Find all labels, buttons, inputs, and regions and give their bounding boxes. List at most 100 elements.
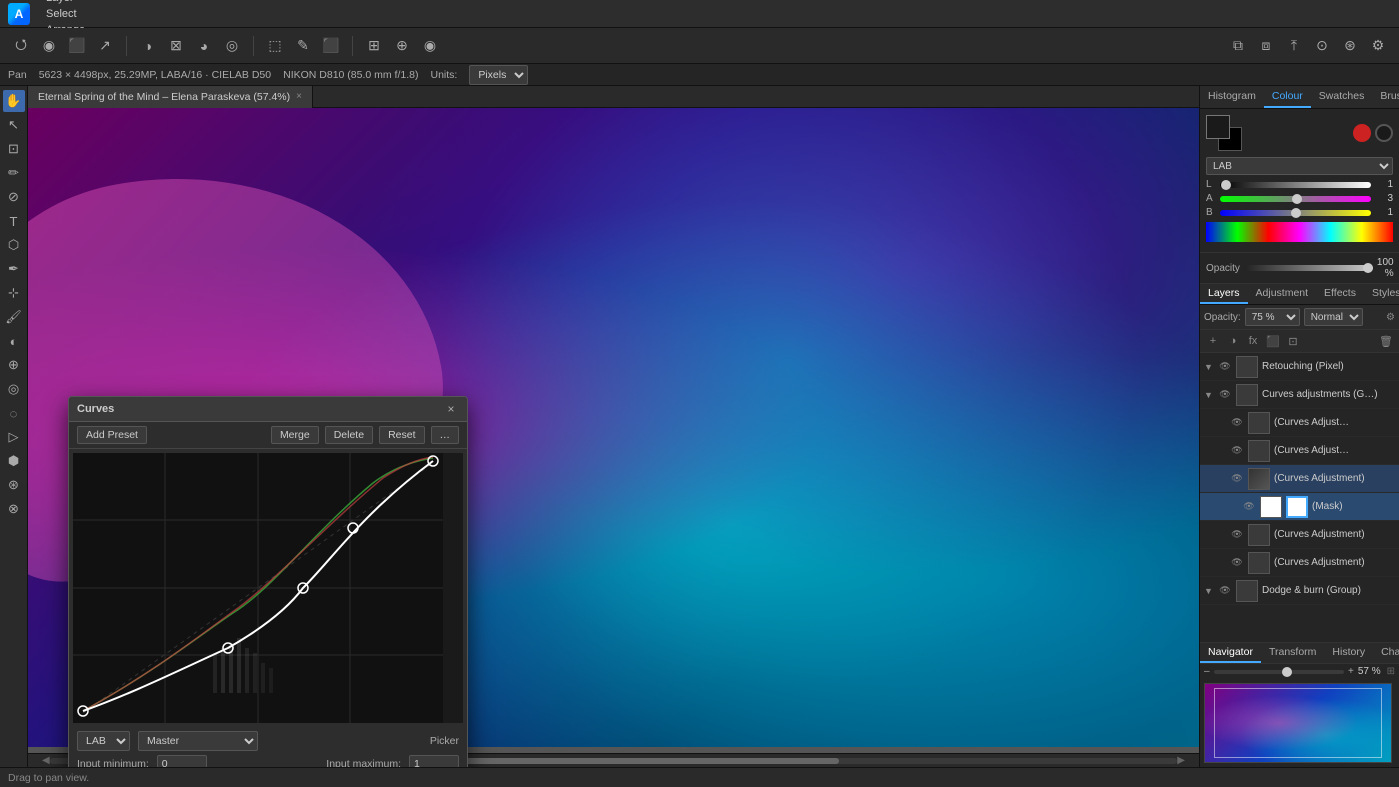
scroll-left-btn[interactable]: ◀ [42,755,50,766]
curves-btn[interactable]: ◕ [191,33,217,59]
color-btn[interactable]: ◉ [417,33,443,59]
layers-tab-adjustment[interactable]: Adjustment [1248,284,1317,304]
panel-tab-histogram[interactable]: Histogram [1200,86,1264,108]
layers-blend-select[interactable]: Normal [1304,308,1363,326]
curves-graph[interactable] [73,453,443,723]
zoom-minus-btn[interactable]: – [1204,666,1210,677]
redeye-tool[interactable]: ◎ [3,378,25,400]
doc-tab[interactable]: Eternal Spring of the Mind – Elena Paras… [28,86,313,108]
dodge-tool[interactable]: ◐ [3,330,25,352]
layer-item-0[interactable]: ▼👁Retouching (Pixel) [1200,353,1399,381]
layer-vis-8[interactable]: 👁 [1218,584,1232,598]
menu-item-layer[interactable]: Layer [38,0,104,6]
publish-btn[interactable]: ⊛ [1337,33,1363,59]
delete-btn[interactable]: Delete [325,426,373,444]
share-btn[interactable]: ↗ [92,33,118,59]
layer-expand-0[interactable]: ▼ [1204,362,1214,372]
delete-layer-btn[interactable]: 🗑 [1377,332,1395,350]
foreground-swatch[interactable] [1206,115,1230,139]
panel-tab-colour[interactable]: Colour [1264,86,1311,108]
panel-tab-brushes[interactable]: Brushes [1372,86,1399,108]
settings-btn[interactable]: ⚙ [1365,33,1391,59]
curves-mode-select[interactable]: LAB RGB [77,731,130,751]
group-btn[interactable]: ⊡ [1284,332,1302,350]
layer-item-8[interactable]: ▼👁Dodge & burn (Group) [1200,577,1399,605]
layer-vis-7[interactable]: 👁 [1230,556,1244,570]
layer-expand-1[interactable]: ▼ [1204,390,1214,400]
app-logo[interactable]: A [8,3,30,25]
layer-item-3[interactable]: 👁(Curves Adjust… [1200,437,1399,465]
vector-tool[interactable]: ▷ [3,426,25,448]
layer-vis-6[interactable]: 👁 [1230,528,1244,542]
layers-opacity-select[interactable]: 75 % 100 % [1245,308,1300,326]
nav-tab-history[interactable]: History [1324,643,1373,663]
layers-tab-layers[interactable]: Layers [1200,284,1248,304]
clone-tool[interactable]: ⊕ [3,354,25,376]
crop-tool[interactable]: ⊡ [3,138,25,160]
paint-tool[interactable]: ✏ [3,162,25,184]
layers-settings-btn[interactable]: ⚙ [1386,312,1395,323]
view2-btn[interactable]: ⊕ [389,33,415,59]
opacity-slider[interactable] [1244,265,1373,271]
pen-tool[interactable]: ✒ [3,258,25,280]
panel-tab-swatches[interactable]: Swatches [1311,86,1373,108]
nav-tab-transform[interactable]: Transform [1261,643,1324,663]
open-btn[interactable]: ◉ [36,33,62,59]
reset-btn[interactable]: Reset [379,426,424,444]
pan-tool[interactable]: ✋ [3,90,25,112]
sel1-btn[interactable]: ⬚ [262,33,288,59]
merge-btn[interactable]: Merge [271,426,319,444]
text-tool[interactable]: T [3,210,25,232]
nav-tab-channels[interactable]: Channels [1373,643,1399,663]
nav-tab-navigator[interactable]: Navigator [1200,643,1261,663]
canvas-area[interactable]: Eternal Spring of the Mind – Elena Paras… [28,86,1199,767]
view1-btn[interactable]: ⊞ [361,33,387,59]
move-tool[interactable]: ↖ [3,114,25,136]
add-layer-btn[interactable]: + [1204,332,1222,350]
menu-item-select[interactable]: Select [38,6,104,22]
sample-tool[interactable]: ⊛ [3,474,25,496]
curves-graph-wrap[interactable] [73,453,463,723]
zoom-slider[interactable] [1214,670,1344,674]
blur-tool[interactable]: ◌ [3,402,25,424]
curves-close-btn[interactable]: × [443,401,459,417]
place-btn[interactable]: ⬛ [64,33,90,59]
layers-tab-effects[interactable]: Effects [1316,284,1364,304]
l-slider[interactable] [1220,182,1371,188]
clone-btn[interactable]: ⧉ [1225,33,1251,59]
new-btn[interactable]: ⭯ [8,33,34,59]
brush-tool[interactable]: 🖌 [3,306,25,328]
input-max-field[interactable] [409,755,459,767]
color-replace-tool[interactable]: ⊗ [3,498,25,520]
sel3-btn[interactable]: ⬛ [318,33,344,59]
mode-btn[interactable]: ◑ [135,33,161,59]
layer-item-2[interactable]: 👁(Curves Adjust… [1200,409,1399,437]
b-slider[interactable] [1220,210,1371,216]
navigator-preview[interactable] [1204,683,1392,763]
add-adjustment-btn[interactable]: ◑ [1224,332,1242,350]
layer-vis-5[interactable]: 👁 [1242,500,1256,514]
layer-vis-0[interactable]: 👁 [1218,360,1232,374]
black-dot[interactable] [1375,124,1393,142]
red-dot[interactable] [1353,124,1371,142]
units-select[interactable]: Pixels [469,65,528,85]
input-min-field[interactable] [157,755,207,767]
scroll-right-btn[interactable]: ▶ [1177,755,1185,766]
layer-vis-2[interactable]: 👁 [1230,416,1244,430]
curves-channel-select[interactable]: Master Red Green Blue [138,731,258,751]
smart-select-tool[interactable]: ⬢ [3,450,25,472]
layer-item-1[interactable]: ▼👁Curves adjustments (G…) [1200,381,1399,409]
layer-item-4[interactable]: 👁(Curves Adjustment) [1200,465,1399,493]
layer-item-5[interactable]: 👁(Mask) [1200,493,1399,521]
layer-vis-4[interactable]: 👁 [1230,472,1244,486]
layer-expand-8[interactable]: ▼ [1204,586,1214,596]
fill-tool[interactable]: ⊘ [3,186,25,208]
layer-item-6[interactable]: 👁(Curves Adjustment) [1200,521,1399,549]
node-tool[interactable]: ⊹ [3,282,25,304]
layer-vis-3[interactable]: 👁 [1230,444,1244,458]
sel2-btn[interactable]: ✎ [290,33,316,59]
hsl-btn[interactable]: ◎ [219,33,245,59]
color-mode-select[interactable]: LAB RGB HSL CMYK [1206,157,1393,175]
mask-btn[interactable]: ⬛ [1264,332,1282,350]
levels-btn[interactable]: ⊠ [163,33,189,59]
